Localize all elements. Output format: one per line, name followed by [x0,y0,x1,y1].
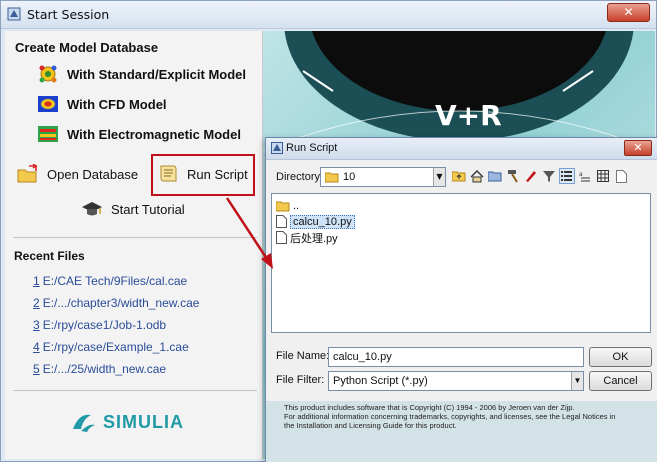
copyright-notice-line: For additional information concerning tr… [284,412,616,421]
list-view-icon[interactable] [559,168,575,184]
directory-select[interactable]: 10 ▼ [320,167,446,187]
open-database-label: Open Database [47,166,139,182]
recent-file-4[interactable]: 4 E:/rpy/case/Example_1.cae [33,340,189,354]
recent-file-path: E:/rpy/case1/Job-1.odb [42,318,167,332]
open-database-button[interactable]: Open Database [17,164,138,184]
divider [13,237,257,238]
start-session-window: Start Session ✕ V+R Create Model Databas… [0,0,657,462]
start-tutorial-button[interactable]: Start Tutorial [81,199,185,219]
standard-model-label: With Standard/Explicit Model [67,66,247,82]
file-name: calcu_10.py [290,214,355,229]
work-directory-icon[interactable] [487,168,503,184]
home-icon[interactable] [469,168,485,184]
dialog-body: Directory: 10 ▼ a .. calcu_10.py 后处理.py … [266,161,657,401]
folder-icon [276,201,290,211]
svg-text:a: a [579,171,583,178]
file-name-input[interactable]: calcu_10.py [328,347,584,367]
recent-file-number: 1 [33,274,40,288]
cfd-model-label: With CFD Model [67,96,167,112]
abaqus-app-icon [271,142,283,154]
divider [13,390,257,391]
dialog-close-button[interactable]: ✕ [624,140,652,156]
script-scroll-icon [160,165,177,182]
file-list[interactable]: .. calcu_10.py 后处理.py [271,193,651,333]
copyright-notice-line: This product includes software that is C… [284,403,575,412]
directory-value: 10 [343,171,356,183]
list-item[interactable]: .. [276,198,302,213]
electromagnetic-model-button[interactable]: With Electromagnetic Model [37,123,241,145]
recent-file-5[interactable]: 5 E:/.../25/width_new.cae [33,362,166,376]
file-name-label: File Name: [276,350,330,362]
recent-file-number: 5 [33,362,40,376]
cfd-model-icon [38,96,58,112]
title-bar: Start Session ✕ [1,1,656,29]
recent-file-number: 4 [33,340,40,354]
abaqus-app-icon [7,7,21,21]
simulia-logo: SIMULIA [71,411,184,433]
file-icon [276,231,287,244]
standard-model-button[interactable]: With Standard/Explicit Model [37,63,246,85]
start-tutorial-label: Start Tutorial [111,201,185,217]
recent-file-path: E:/.../chapter3/width_new.cae [42,296,200,310]
recent-files-heading: Recent Files [14,249,85,263]
graduation-cap-icon [82,202,102,216]
bookmark-icon[interactable] [523,168,539,184]
create-model-heading: Create Model Database [15,40,159,55]
recent-file-path: E:/rpy/case/Example_1.cae [42,340,189,354]
recent-file-path: E:/.../25/width_new.cae [42,362,167,376]
dialog-footer: This product includes software that is C… [266,401,657,462]
recent-file-2[interactable]: 2 E:/.../chapter3/width_new.cae [33,296,199,310]
list-item[interactable]: 后处理.py [276,230,341,245]
electromagnetic-model-icon [38,126,58,142]
open-folder-icon [17,164,38,183]
window-title: Start Session [27,7,110,22]
chevron-down-icon[interactable]: ▼ [571,372,583,390]
ds-logo-icon [73,414,95,432]
file-filter-select[interactable]: Python Script (*.py) ▼ [328,371,584,391]
sort-icon[interactable]: a [577,168,593,184]
run-script-dialog: Run Script ✕ Directory: 10 ▼ a .. calcu_… [265,137,657,462]
file-filter-value: Python Script (*.py) [333,375,428,387]
recent-file-number: 2 [33,296,40,310]
file-icon [276,215,287,228]
close-button[interactable]: ✕ [607,3,650,22]
file-filter-label: File Filter: [276,374,325,386]
recent-file-1[interactable]: 1 E:/CAE Tech/9Files/cal.cae [33,274,187,288]
dialog-title: Run Script [286,142,338,154]
filter-icon[interactable] [541,168,557,184]
up-folder-icon[interactable] [451,168,467,184]
cancel-button[interactable]: Cancel [589,371,652,391]
chevron-down-icon[interactable]: ▼ [433,168,445,186]
cfd-model-button[interactable]: With CFD Model [37,93,167,115]
details-view-icon[interactable] [595,168,611,184]
folder-icon [325,172,339,183]
electromagnetic-model-label: With Electromagnetic Model [67,126,241,142]
recent-file-3[interactable]: 3 E:/rpy/case1/Job-1.odb [33,318,166,332]
splash-text: V+R [435,99,502,132]
directory-label: Directory: [276,171,324,183]
dialog-title-bar: Run Script ✕ [266,138,657,160]
hammer-icon[interactable] [505,168,521,184]
brand-name: SIMULIA [103,411,184,432]
run-script-label: Run Script [187,166,248,182]
ok-button[interactable]: OK [589,347,652,367]
standard-model-icon [39,65,57,83]
new-file-icon[interactable] [613,168,629,184]
start-session-panel: Create Model Database With Standard/Expl… [5,31,263,459]
file-name: .. [293,199,300,212]
file-name: 后处理.py [290,232,338,245]
recent-file-number: 3 [33,318,40,332]
copyright-notice-line: the Installation and Licensing Guide for… [284,421,457,430]
run-script-button[interactable]: Run Script [157,164,248,184]
list-item-selected[interactable]: calcu_10.py [276,214,358,229]
recent-file-path: E:/CAE Tech/9Files/cal.cae [42,274,188,288]
